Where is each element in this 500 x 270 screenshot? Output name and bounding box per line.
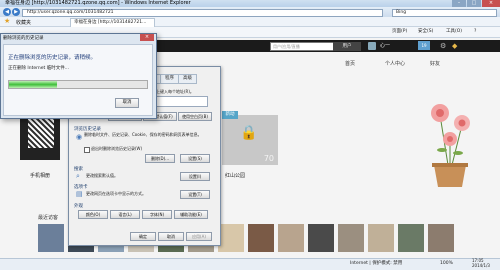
visitor-avatar[interactable]: [248, 224, 274, 252]
history-text: 删除临时文件、历史记录、Cookie、保存的密码和网页表单信息。: [84, 132, 202, 137]
system-clock: 17:05 2014/1/3: [472, 258, 490, 268]
new-badge: 新动: [222, 111, 238, 119]
qzone-search-input[interactable]: 用户/应用/直播: [270, 42, 334, 51]
visitor-avatar[interactable]: [278, 224, 304, 252]
favorites-label[interactable]: 收藏夹: [16, 19, 31, 26]
tab-programs[interactable]: 程序: [160, 74, 179, 84]
tabs-settings-button[interactable]: 设置(T): [180, 190, 210, 199]
visitor-avatar[interactable]: [38, 224, 64, 252]
visitor-avatar[interactable]: [368, 224, 394, 252]
notification-badge[interactable]: 19: [418, 41, 430, 50]
recent-visitors-label: 最近访客: [38, 215, 59, 221]
album-label-2[interactable]: 红山公园: [225, 172, 245, 179]
delete-on-exit-label[interactable]: 退出时删除浏览历史记录(W): [91, 146, 142, 151]
search-settings-button[interactable]: 设置(I): [180, 172, 210, 181]
history-settings-button[interactable]: 设置(S): [180, 154, 210, 163]
address-input[interactable]: http://user.qzone.qq.com/1031482721: [22, 9, 383, 17]
back-icon[interactable]: ◀: [3, 8, 11, 16]
phone-album-label[interactable]: 手机相册: [30, 172, 50, 179]
status-zone: Internet | 保护模式: 禁用: [350, 261, 403, 266]
appearance-group: 外观: [74, 204, 83, 209]
window-title: 幸福在身边 [http://1031482721.qzone.qq.com] -…: [5, 0, 191, 6]
clock-date: 2014/1/3: [472, 263, 490, 268]
favorites-star-icon[interactable]: ★: [4, 18, 10, 25]
use-blank-button[interactable]: 使用空白页(B): [178, 112, 212, 121]
tabs-icon: ▤: [76, 190, 83, 198]
qr-code-image: [28, 118, 54, 148]
accessibility-button[interactable]: 辅助功能(E): [174, 210, 208, 219]
close-icon[interactable]: ×: [140, 34, 154, 41]
maximize-button[interactable]: □: [467, 0, 481, 7]
close-button[interactable]: ×: [482, 0, 500, 7]
user-name[interactable]: 心一: [380, 41, 390, 51]
delete-on-exit-checkbox[interactable]: [84, 147, 90, 153]
cancel-button[interactable]: 取消: [158, 232, 184, 241]
visitor-avatar[interactable]: [308, 224, 334, 252]
search-text: 更改搜索默认值。: [86, 173, 118, 178]
ok-button[interactable]: 确定: [130, 232, 156, 241]
side-nav-profile[interactable]: 个人中心: [385, 60, 405, 67]
page-menu[interactable]: 页面(P): [392, 28, 407, 36]
help-menu[interactable]: ?: [474, 28, 476, 36]
progress-subtext: 正在删除 Internet 临时文件...: [8, 66, 70, 71]
avatar[interactable]: [368, 42, 376, 50]
vip-icon[interactable]: ◆: [452, 41, 457, 51]
fonts-button[interactable]: 字体(N): [142, 210, 172, 219]
visitor-avatar[interactable]: [428, 224, 454, 252]
visitor-avatar[interactable]: [398, 224, 424, 252]
flower-pot-decoration: [431, 104, 470, 187]
search-input[interactable]: Bing: [392, 9, 497, 17]
colors-button[interactable]: 颜色(O): [78, 210, 108, 219]
history-icon: ◉: [76, 133, 83, 141]
minimize-button[interactable]: –: [452, 0, 466, 7]
lock-icon: 🔒: [240, 125, 258, 141]
languages-button[interactable]: 语言(L): [110, 210, 140, 219]
qzone-search-button[interactable]: 用户: [333, 42, 361, 51]
tabs-text: 更改网页在选项卡中显示的方式。: [86, 191, 146, 196]
progress-dialog-title: 删除浏览的历史记录: [3, 36, 44, 41]
progress-bar: [8, 80, 148, 89]
status-bar: [0, 258, 500, 270]
side-nav-home[interactable]: 首页: [345, 60, 355, 67]
apply-button[interactable]: 应用(A): [186, 232, 212, 241]
magnifier-icon: ⌕: [76, 172, 80, 180]
safety-menu[interactable]: 安全(S): [418, 28, 433, 36]
tab-advanced[interactable]: 高级: [178, 74, 197, 84]
visitor-avatar[interactable]: [218, 224, 244, 252]
delete-history-button[interactable]: 删除(D)...: [145, 154, 175, 163]
tools-menu[interactable]: 工具(O): [446, 28, 462, 36]
visitor-avatar[interactable]: [338, 224, 364, 252]
forward-icon[interactable]: ▶: [12, 8, 20, 16]
gear-icon[interactable]: ⚙: [440, 41, 446, 51]
album-count: 70: [263, 154, 274, 163]
progress-heading: 正在删除浏览的历史记录，请稍候。: [8, 55, 97, 61]
side-nav-friends[interactable]: 好友: [430, 60, 440, 67]
progress-fill: [9, 81, 58, 88]
album-tile-2[interactable]: 🔒 70: [222, 115, 278, 165]
progress-cancel-button[interactable]: 取消: [115, 98, 139, 108]
zoom-level[interactable]: 100%: [440, 260, 453, 267]
